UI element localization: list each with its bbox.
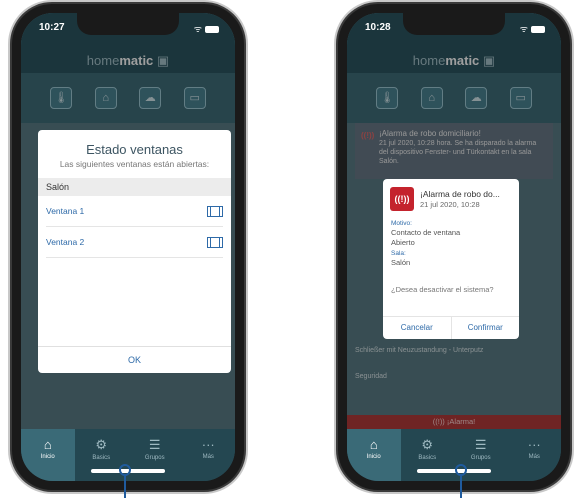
more-icon: ··· (201, 437, 215, 452)
window-open-icon (207, 205, 223, 217)
phone-right: 10:28 ᯤ homematic ▣ 🌡 ⌂ ☁ ▭ ((!)) ¡Alarm… (338, 4, 570, 490)
screen-right: 10:28 ᯤ homematic ▣ 🌡 ⌂ ☁ ▭ ((!)) ¡Alarm… (347, 13, 561, 481)
gear-icon: ⚙ (421, 437, 434, 452)
pointer-line-right (460, 474, 462, 498)
notch (403, 13, 505, 35)
deactivate-question: ¿Desea desactivar el sistema? (391, 285, 494, 294)
tab-grupos[interactable]: ☰ Grupos (128, 429, 182, 481)
status-icons: ᯤ (520, 22, 545, 35)
tab-inicio[interactable]: ⌂ Inicio (347, 429, 401, 481)
tab-mas[interactable]: ··· Más (182, 429, 236, 481)
phone-left: 10:27 ᯤ homematic ▣ 🌡 ⌂ ☁ ▭ Estado venta… (12, 4, 244, 490)
window-label: Ventana 2 (46, 237, 85, 247)
dialog-buttons: Cancelar Confirmar (383, 316, 519, 339)
tab-inicio[interactable]: ⌂ Inicio (21, 429, 75, 481)
battery-icon (205, 26, 219, 34)
status-time: 10:28 (365, 22, 391, 33)
notch (77, 13, 179, 35)
home-indicator[interactable] (417, 469, 491, 473)
home-icon: ⌂ (369, 437, 378, 452)
dialog-header: ((!)) ¡Alarma de robo do... 21 jul 2020,… (383, 179, 519, 217)
motive-value: Contacto de ventana (391, 228, 461, 237)
list-item[interactable]: Ventana 2 (46, 227, 223, 258)
groups-icon: ☰ (148, 437, 161, 452)
dialog-title: Estado ventanas (86, 142, 183, 157)
more-icon: ··· (527, 437, 541, 452)
window-open-icon (207, 236, 223, 248)
room-label: Sala: (391, 250, 406, 257)
wifi-icon: ᯤ (193, 24, 202, 34)
dialog-subtitle: Las siguientes ventanas están abiertas: (59, 159, 210, 169)
pointer-line-left (124, 474, 126, 498)
alarm-dialog: ((!)) ¡Alarma de robo do... 21 jul 2020,… (383, 179, 519, 339)
status-time: 10:27 (39, 22, 65, 33)
motive-state: Abierto (391, 238, 415, 247)
room-value: Salón (391, 258, 411, 267)
home-icon: ⌂ (43, 437, 52, 452)
alarm-siren-icon: ((!)) (390, 187, 414, 211)
ok-button[interactable]: OK (38, 346, 231, 373)
screen-left: 10:27 ᯤ homematic ▣ 🌡 ⌂ ☁ ▭ Estado venta… (21, 13, 235, 481)
motive-label: Motivo: (391, 220, 412, 227)
tab-bar: ⌂ Inicio ⚙ Basics ☰ Grupos ··· Más (347, 429, 561, 481)
wifi-icon: ᯤ (519, 24, 528, 34)
room-section-header: Salón (38, 178, 231, 196)
confirm-button[interactable]: Confirmar (452, 317, 520, 339)
groups-icon: ☰ (474, 437, 487, 452)
cancel-button[interactable]: Cancelar (383, 317, 452, 339)
dialog-title: ¡Alarma de robo do... (420, 189, 500, 199)
tab-mas[interactable]: ··· Más (508, 429, 562, 481)
dialog-date: 21 jul 2020, 10:28 (420, 200, 480, 209)
tab-basics[interactable]: ⚙ Basics (401, 429, 455, 481)
window-status-dialog: Estado ventanas Las siguientes ventanas … (38, 130, 231, 373)
gear-icon: ⚙ (95, 437, 108, 452)
list-item[interactable]: Ventana 1 (46, 196, 223, 227)
status-icons: ᯤ (194, 22, 219, 35)
battery-icon (531, 26, 545, 34)
window-label: Ventana 1 (46, 206, 85, 216)
